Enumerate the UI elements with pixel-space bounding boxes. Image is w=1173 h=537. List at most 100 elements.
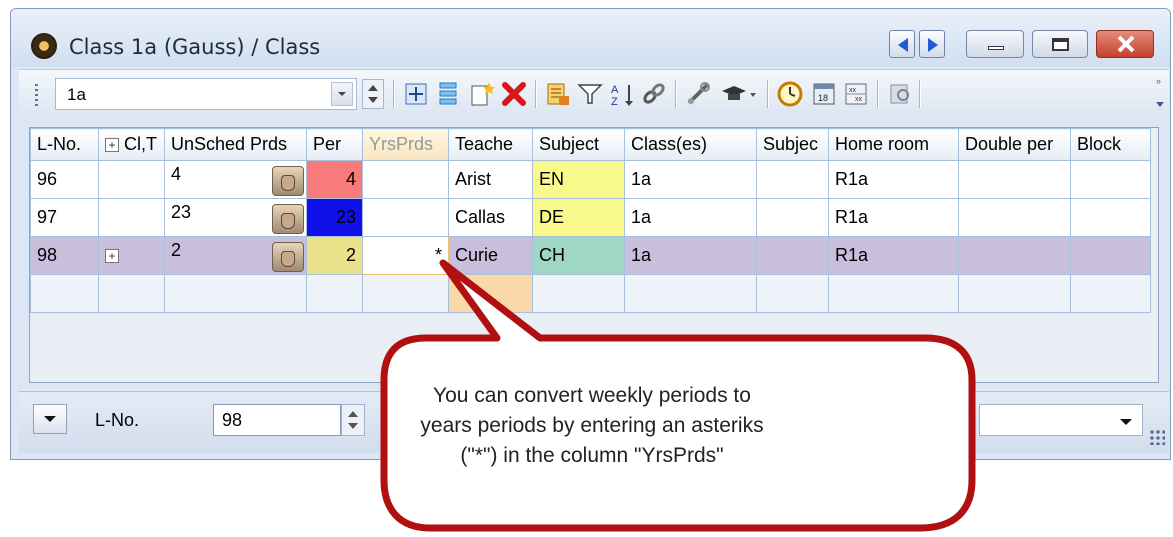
column-header-block[interactable]: Block [1070, 128, 1151, 161]
details-dropdown-button[interactable] [33, 404, 67, 434]
link-icon[interactable] [639, 80, 669, 108]
table-row-new[interactable] [30, 274, 1151, 313]
cell-clt[interactable]: + [98, 236, 165, 275]
cell-yrsprds[interactable] [362, 160, 449, 199]
cell-home-room[interactable]: R1a [828, 198, 959, 237]
assign-icon[interactable] [543, 80, 573, 108]
cell-teacher[interactable]: Arist [448, 160, 533, 199]
column-header-classes[interactable]: Class(es) [624, 128, 757, 161]
cell-unsched[interactable]: 23 [164, 198, 307, 237]
cell-unsched[interactable]: 2 [164, 236, 307, 275]
calendar-icon[interactable]: 18 [809, 80, 839, 108]
table-row[interactable]: 97 23 23 Callas DE 1a R1a [30, 198, 1151, 237]
column-header-unsched[interactable]: UnSched Prds [164, 128, 307, 161]
cell-empty[interactable] [756, 274, 829, 313]
cell-lno[interactable]: 97 [30, 198, 99, 237]
clock-icon[interactable] [775, 80, 805, 108]
previous-button[interactable] [889, 30, 915, 58]
teacher-icon[interactable] [719, 80, 759, 108]
maximize-button[interactable] [1032, 30, 1088, 58]
toolbar-overflow-button[interactable]: » [1153, 70, 1167, 114]
cell-classes[interactable]: 1a [624, 198, 757, 237]
cell-home-room[interactable]: R1a [828, 236, 959, 275]
cell-home-room[interactable]: R1a [828, 160, 959, 199]
cell-block[interactable] [1070, 198, 1151, 237]
grid-icon[interactable]: xx xx [841, 80, 871, 108]
filter-icon[interactable] [575, 80, 605, 108]
title-bar[interactable]: Class 1a (Gauss) / Class [11, 9, 1170, 67]
new-icon[interactable] [467, 80, 497, 108]
cell-subject[interactable]: CH [532, 236, 625, 275]
add-row-icon[interactable] [401, 80, 431, 108]
chevron-down-icon[interactable] [331, 82, 353, 106]
cell-classes[interactable]: 1a [624, 160, 757, 199]
cell-empty[interactable] [1070, 274, 1151, 313]
column-header-lno[interactable]: L-No. [30, 128, 99, 161]
cell-empty[interactable] [448, 274, 533, 313]
hand-icon[interactable] [272, 203, 304, 234]
cell-yrsprds-editing[interactable]: * [362, 236, 449, 275]
cell-per[interactable]: 4 [306, 160, 363, 199]
cell-unsched[interactable]: 4 [164, 160, 307, 199]
cell-double-per[interactable] [958, 236, 1071, 275]
cell-lno[interactable]: 98 [30, 236, 99, 275]
column-header-teacher[interactable]: Teache [448, 128, 533, 161]
cell-clt[interactable] [98, 160, 165, 199]
minimize-button[interactable] [966, 30, 1024, 58]
cell-empty[interactable] [164, 274, 307, 313]
field-select[interactable] [979, 404, 1143, 436]
class-selector[interactable]: 1a [55, 78, 357, 110]
cell-empty[interactable] [30, 274, 99, 313]
resize-grip[interactable] [1149, 429, 1165, 445]
cell-per[interactable]: 2 [306, 236, 363, 275]
cell-teacher[interactable]: Callas [448, 198, 533, 237]
expand-icon[interactable]: + [105, 249, 119, 264]
cell-lno[interactable]: 96 [30, 160, 99, 199]
print-icon[interactable] [885, 80, 915, 108]
close-button[interactable] [1096, 30, 1154, 58]
column-header-home-room[interactable]: Home room [828, 128, 959, 161]
cell-subject-room[interactable] [756, 198, 829, 237]
cell-empty[interactable] [828, 274, 959, 313]
expand-icon[interactable]: + [105, 138, 119, 153]
cell-empty[interactable] [98, 274, 165, 313]
next-button[interactable] [919, 30, 945, 58]
sort-icon[interactable]: AZ [607, 80, 637, 108]
cell-classes[interactable]: 1a [624, 236, 757, 275]
tools-icon[interactable] [683, 80, 713, 108]
cell-double-per[interactable] [958, 198, 1071, 237]
column-header-subject-room[interactable]: Subjec [756, 128, 829, 161]
column-header-clt[interactable]: + Cl,T [98, 128, 165, 161]
column-header-per[interactable]: Per [306, 128, 363, 161]
column-header-double-per[interactable]: Double per [958, 128, 1071, 161]
list-icon[interactable] [433, 80, 463, 108]
column-header-subject[interactable]: Subject [532, 128, 625, 161]
column-header-yrsprds[interactable]: YrsPrds [362, 128, 449, 161]
cell-yrsprds[interactable] [362, 198, 449, 237]
cell-block[interactable] [1070, 160, 1151, 199]
chevron-down-icon [1120, 419, 1132, 425]
lno-spinner[interactable] [341, 404, 365, 436]
cell-subject[interactable]: EN [532, 160, 625, 199]
delete-icon[interactable] [499, 80, 529, 108]
cell-double-per[interactable] [958, 160, 1071, 199]
hand-icon[interactable] [272, 165, 304, 196]
cell-subject[interactable]: DE [532, 198, 625, 237]
lno-input[interactable]: 98 [213, 404, 341, 436]
table-row[interactable]: 96 4 4 Arist EN 1a R1a [30, 160, 1151, 199]
cell-empty[interactable] [532, 274, 625, 313]
cell-block[interactable] [1070, 236, 1151, 275]
cell-empty[interactable] [306, 274, 363, 313]
cell-clt[interactable] [98, 198, 165, 237]
table-row-selected[interactable]: 98 + 2 2 * Curie CH 1a R1a [30, 236, 1151, 275]
class-spinner[interactable] [362, 79, 384, 109]
cell-subject-room[interactable] [756, 160, 829, 199]
cell-empty[interactable] [362, 274, 449, 313]
cell-subject-room[interactable] [756, 236, 829, 275]
hand-icon[interactable] [272, 241, 304, 272]
cell-empty[interactable] [958, 274, 1071, 313]
cell-per[interactable]: 23 [306, 198, 363, 237]
cell-teacher[interactable]: Curie [448, 236, 533, 275]
cell-empty[interactable] [624, 274, 757, 313]
toolbar-grip[interactable] [35, 84, 38, 106]
